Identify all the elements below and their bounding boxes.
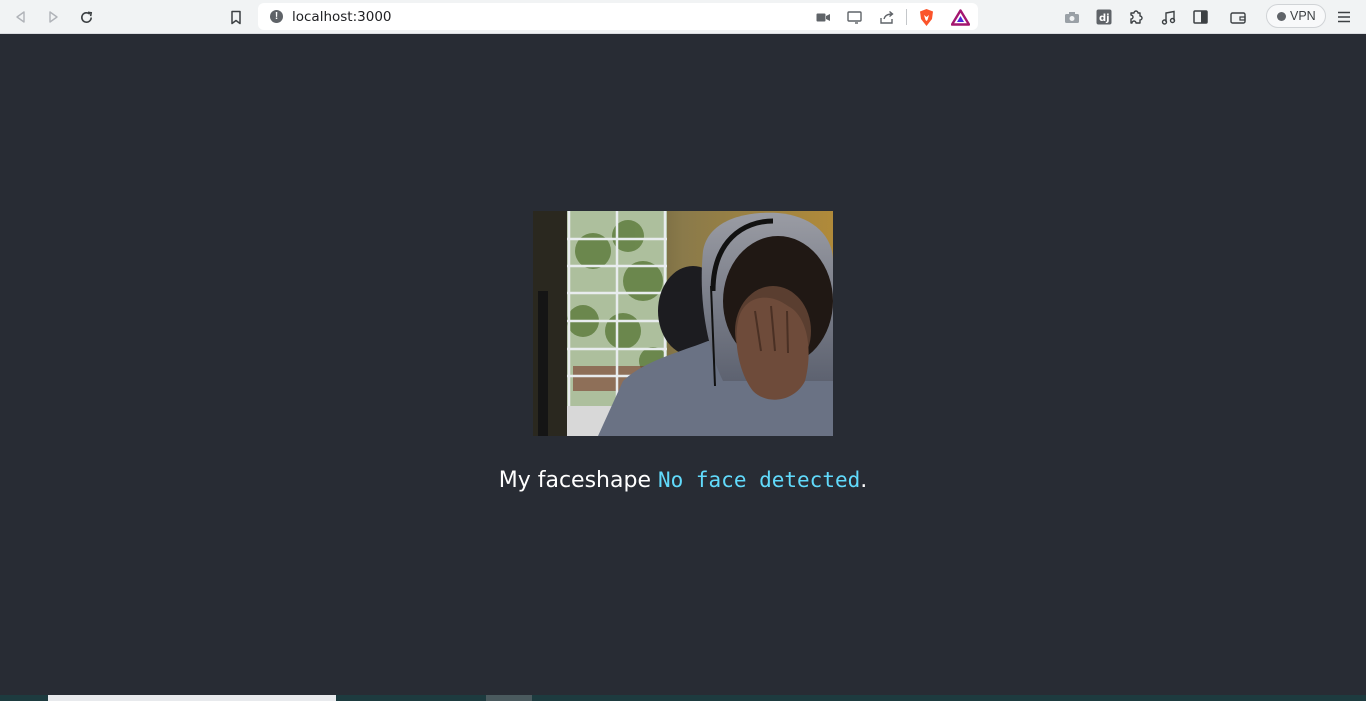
- caption-prefix: My faceshape: [498, 468, 658, 493]
- extensions-button[interactable]: [1123, 4, 1149, 30]
- screenshot-button[interactable]: [1059, 4, 1085, 30]
- address-bar[interactable]: ! localhost:3000: [258, 3, 978, 30]
- svg-text:dj: dj: [1099, 13, 1110, 24]
- wallet-button[interactable]: [1225, 4, 1251, 30]
- faceshape-result: No face detected: [657, 468, 861, 492]
- hamburger-menu-icon: [1338, 11, 1350, 23]
- bottom-strip-segment: [486, 695, 532, 701]
- reload-button[interactable]: [73, 4, 99, 30]
- url-text[interactable]: localhost:3000: [292, 9, 392, 25]
- dj-extension-icon: dj: [1096, 9, 1112, 25]
- caption-suffix: .: [860, 468, 868, 493]
- video-camera-icon[interactable]: [813, 7, 833, 27]
- faceshape-caption: My faceshape No face detected.: [0, 468, 1366, 493]
- webcam-frame-illustration: [533, 211, 833, 436]
- vpn-label: VPN: [1290, 9, 1316, 23]
- wallet-icon: [1230, 11, 1246, 24]
- music-note-icon: [1161, 10, 1175, 25]
- screenshot-icon: [1065, 11, 1079, 23]
- sidebar-icon: [1192, 10, 1208, 24]
- brave-rewards-icon[interactable]: [950, 7, 970, 27]
- main-menu-button[interactable]: [1331, 4, 1357, 30]
- vpn-button[interactable]: VPN: [1266, 4, 1326, 28]
- webcam-video: [533, 211, 833, 436]
- forward-button[interactable]: [40, 4, 66, 30]
- vpn-status-icon: [1277, 12, 1286, 21]
- address-bar-divider: [906, 9, 907, 25]
- reload-icon: [80, 11, 92, 23]
- share-icon[interactable]: [877, 7, 897, 27]
- puzzle-icon: [1130, 10, 1143, 24]
- back-button[interactable]: [8, 4, 34, 30]
- sidebar-button[interactable]: [1187, 4, 1213, 30]
- bookmark-button[interactable]: [223, 4, 249, 30]
- dj-extension-button[interactable]: dj: [1091, 4, 1117, 30]
- brave-shields-icon[interactable]: [916, 7, 936, 27]
- bookmark-icon: [231, 10, 241, 24]
- forward-arrow-icon: [49, 11, 58, 23]
- bottom-strip-segment: [48, 695, 336, 701]
- browser-toolbar: ! localhost:3000 dj VPN: [0, 0, 1366, 34]
- bottom-scroll-strip: [0, 695, 1366, 701]
- media-button[interactable]: [1155, 4, 1181, 30]
- site-info-icon[interactable]: !: [270, 10, 283, 23]
- cast-icon[interactable]: [845, 7, 865, 27]
- back-arrow-icon: [16, 11, 25, 23]
